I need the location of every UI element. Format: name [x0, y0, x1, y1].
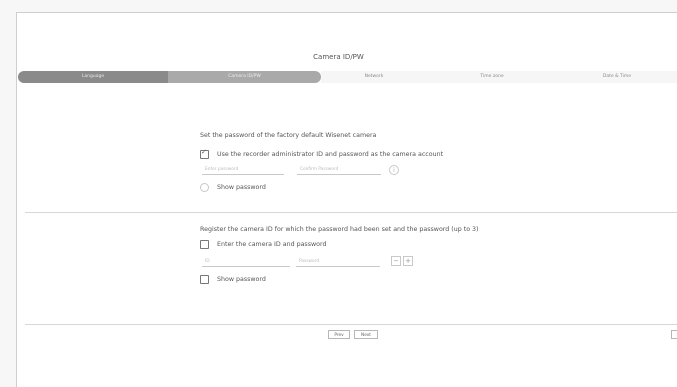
camera-password-field[interactable]: Password	[296, 257, 380, 267]
footer-divider	[25, 324, 677, 325]
step-network[interactable]: Network	[321, 71, 427, 83]
confirm-password-field[interactable]: Confirm Password	[297, 165, 381, 175]
setup-wizard-page: Camera ID/PW Language Camera ID/PW Netwo…	[0, 0, 677, 387]
factory-section-heading: Set the password of the factory default …	[200, 132, 377, 139]
next-button[interactable]: Next	[354, 330, 378, 339]
factory-show-password-label: Show password	[217, 184, 266, 191]
section-divider	[25, 212, 677, 213]
prev-button[interactable]: Prev	[328, 330, 350, 339]
use-recorder-row[interactable]: Use the recorder administrator ID and pa…	[200, 148, 444, 159]
register-show-password-row[interactable]: Show password	[200, 275, 266, 284]
register-show-password-checkbox[interactable]	[200, 275, 209, 284]
register-section-heading: Register the camera ID for which the pas…	[200, 226, 479, 233]
new-password-field[interactable]: Enter password	[202, 165, 284, 175]
remove-row-button[interactable]: −	[391, 256, 401, 266]
exit-button[interactable]	[671, 330, 677, 339]
enter-id-row[interactable]: Enter the camera ID and password	[200, 240, 326, 249]
page-title: Camera ID/PW	[313, 53, 364, 61]
step-date-time[interactable]: Date & Time	[557, 71, 677, 83]
enter-id-label: Enter the camera ID and password	[217, 241, 327, 248]
step-language[interactable]: Language	[18, 71, 168, 83]
factory-show-password-toggle[interactable]	[200, 183, 209, 192]
info-icon[interactable]: i	[389, 165, 399, 175]
step-time-zone[interactable]: Time zone	[427, 71, 557, 83]
camera-id-field[interactable]: ID	[202, 257, 290, 267]
enter-id-checkbox[interactable]	[200, 240, 209, 249]
use-recorder-checkbox[interactable]	[200, 148, 209, 159]
wizard-steps: Language Camera ID/PW Network Time zone …	[18, 71, 677, 83]
use-recorder-label: Use the recorder administrator ID and pa…	[217, 151, 444, 158]
register-show-password-label: Show password	[217, 276, 266, 283]
add-row-button[interactable]: +	[403, 256, 413, 266]
step-camera-id-pw[interactable]: Camera ID/PW	[168, 71, 321, 83]
factory-show-password-row[interactable]: Show password	[200, 183, 266, 192]
